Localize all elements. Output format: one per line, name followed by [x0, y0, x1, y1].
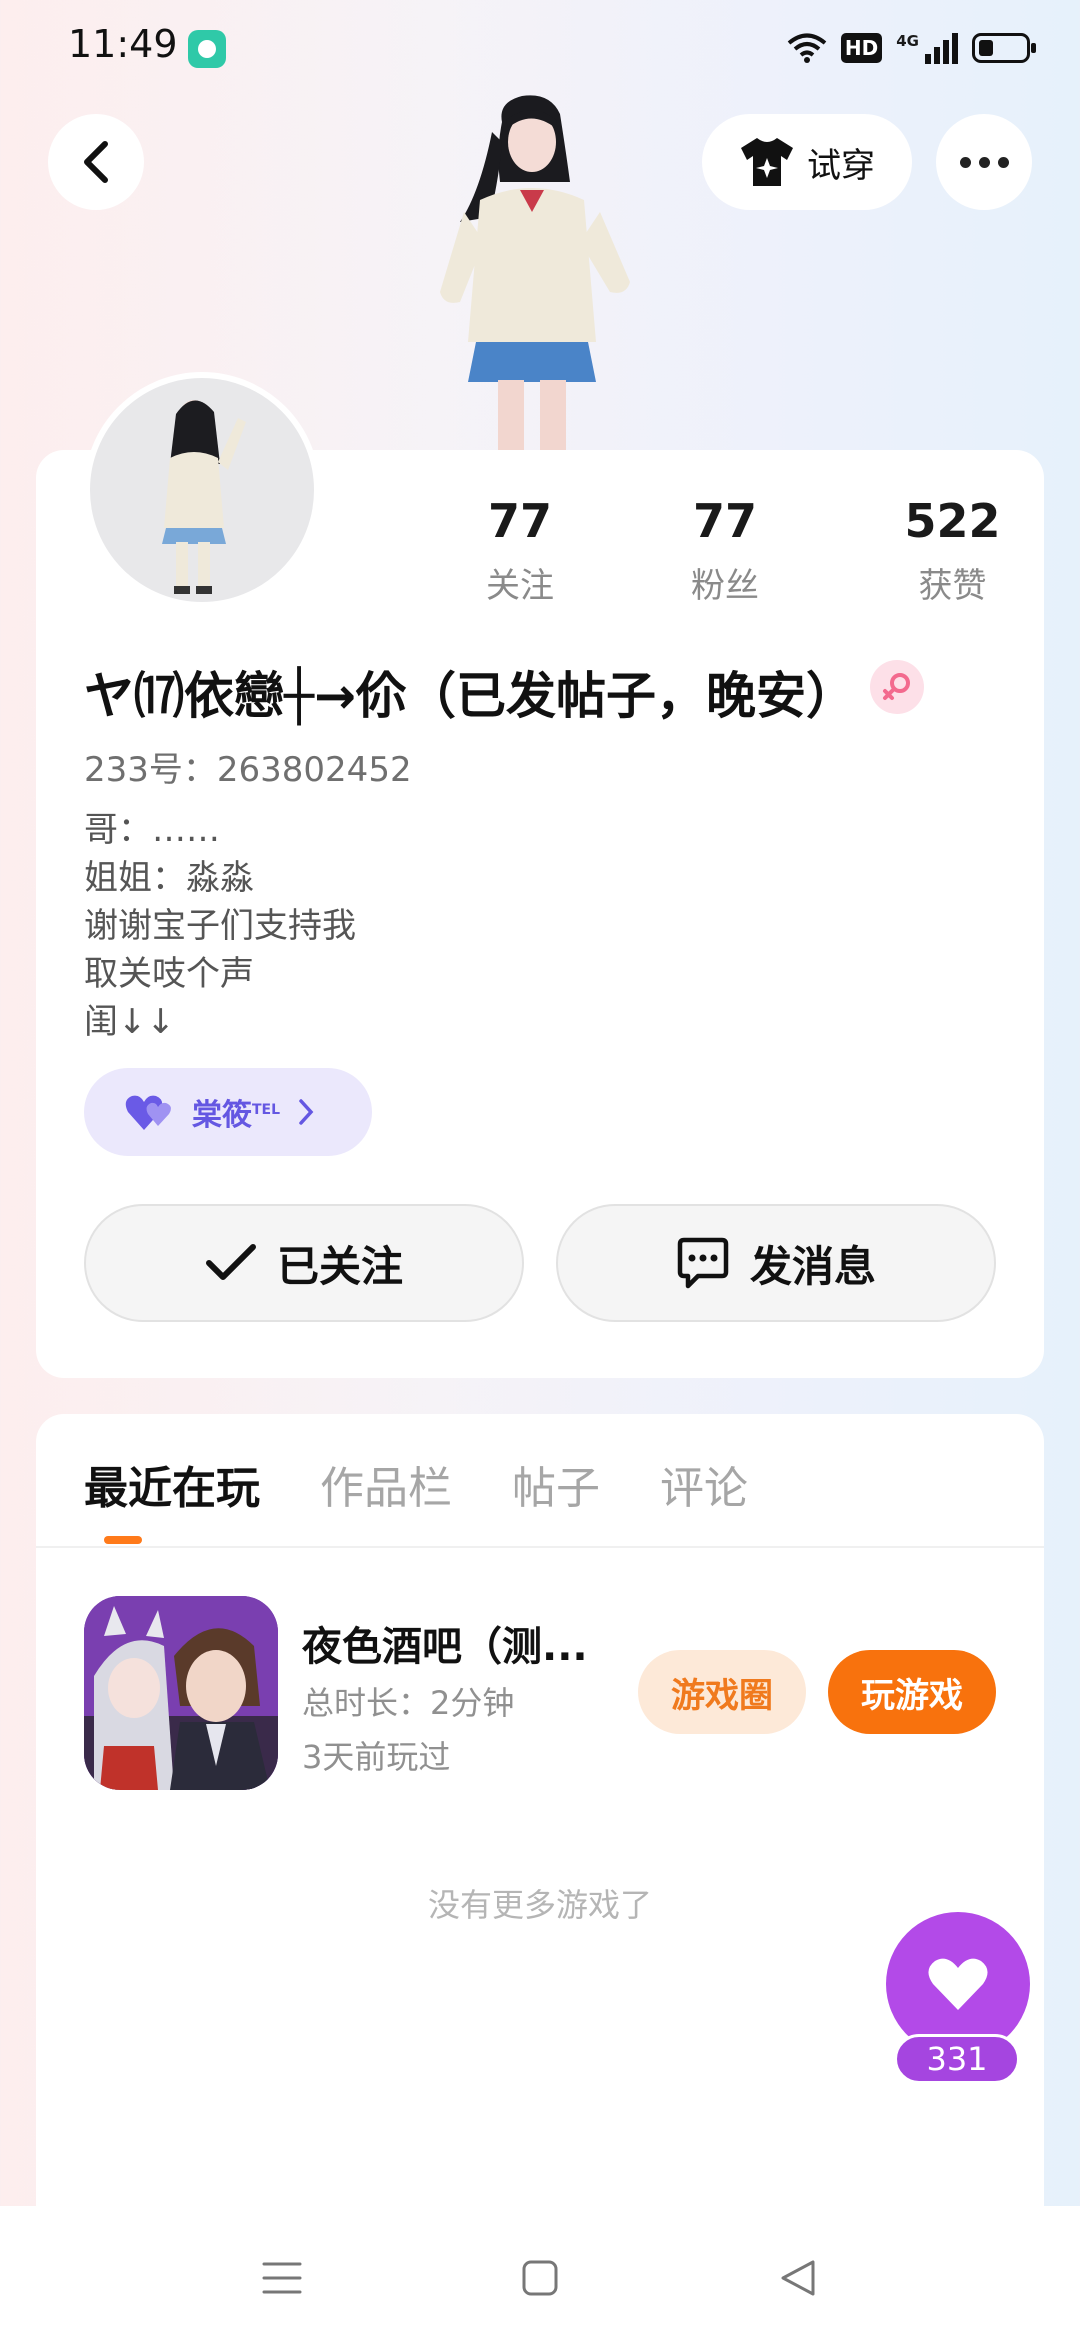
chat-bubble-icon [677, 1237, 729, 1289]
like-count: 331 [894, 2034, 1020, 2084]
game-last-played: 3天前玩过 [302, 1738, 451, 1776]
bio-line: 哥：…… [84, 810, 220, 850]
avatar-figure [162, 400, 246, 594]
bio-line: 取关吱个声 [84, 954, 254, 994]
menu-icon [262, 2262, 302, 2294]
play-game-button[interactable]: 玩游戏 [828, 1650, 996, 1734]
stat-label: 粉丝 [691, 566, 759, 606]
nav-home-button[interactable] [510, 2248, 570, 2308]
chevron-left-icon [84, 141, 108, 183]
status-time: 11:49 [68, 22, 178, 66]
user-id: 233号：263802452 [84, 750, 412, 790]
avatar[interactable] [84, 372, 320, 608]
double-heart-icon [125, 1095, 171, 1130]
nav-menu-button[interactable] [252, 2248, 312, 2308]
status-icons: HD 4G [787, 28, 1036, 68]
profile-tabs: 最近在玩 作品栏 帖子 评论 [84, 1452, 748, 1516]
game-icon[interactable] [84, 1596, 278, 1790]
system-nav-bar [0, 2206, 1080, 2340]
cp-name: 棠筱TEL [192, 1090, 280, 1134]
message-button[interactable]: 发消息 [556, 1204, 996, 1322]
app-notification-icon [188, 30, 226, 68]
home-square-icon [522, 2260, 558, 2296]
network-type: 4G [896, 32, 919, 50]
username: ヤ⒄依戀┼→伱（已发帖子，晚安） [84, 667, 856, 725]
status-bar: 11:49 HD 4G [0, 0, 1080, 96]
profile-stats: 77 关注 77 粉丝 522 获赞 [440, 492, 1055, 607]
stat-value: 522 [904, 494, 1001, 548]
follow-label: 已关注 [276, 1241, 403, 1291]
follow-button[interactable]: 已关注 [84, 1204, 524, 1322]
bio-line: 姐姐：淼淼 [84, 858, 254, 898]
back-button[interactable] [48, 114, 144, 210]
bio: 哥：…… 姐姐：淼淼 谢谢宝子们支持我 取关吱个声 闺↓↓ [84, 806, 356, 1046]
stat-label: 获赞 [918, 566, 987, 606]
game-list-item[interactable]: 夜色酒吧（测... 总时长：2分钟 3天前玩过 游戏圈 玩游戏 [84, 1596, 996, 1790]
stat-value: 77 [692, 494, 757, 548]
stat-followers[interactable]: 77 粉丝 [600, 492, 850, 607]
stat-likes[interactable]: 522 获赞 [850, 492, 1055, 607]
no-more-games-text: 没有更多游戏了 [427, 1886, 652, 1924]
bio-line: 闺↓↓ [84, 1002, 175, 1042]
more-dots-icon [959, 156, 1009, 168]
more-button[interactable] [936, 114, 1032, 210]
female-gender-icon [870, 660, 924, 714]
signal-icon: 4G [896, 32, 958, 64]
tshirt-sparkle-icon [741, 138, 793, 186]
stat-following[interactable]: 77 关注 [440, 492, 600, 607]
tab-comments[interactable]: 评论 [660, 1452, 748, 1516]
nav-back-button[interactable] [768, 2248, 828, 2308]
active-tab-indicator [104, 1536, 142, 1544]
game-title: 夜色酒吧（测... [302, 1624, 588, 1670]
stat-value: 77 [487, 494, 552, 548]
wifi-icon [787, 33, 827, 63]
tab-posts[interactable]: 帖子 [512, 1452, 600, 1516]
back-triangle-icon [781, 2260, 815, 2296]
tab-works[interactable]: 作品栏 [320, 1452, 452, 1516]
banner-avatar-figure [440, 95, 630, 452]
message-label: 发消息 [749, 1241, 876, 1291]
cp-name-text: 棠筱 [192, 1098, 252, 1133]
battery-icon [972, 33, 1036, 63]
cp-relationship-tag[interactable]: 棠筱TEL [84, 1068, 372, 1156]
game-circle-button[interactable]: 游戏圈 [638, 1650, 806, 1734]
tab-divider [36, 1546, 1044, 1548]
game-playtime: 总时长：2分钟 [302, 1684, 515, 1722]
content-card: 最近在玩 作品栏 帖子 评论 夜色酒吧（测... 总时长：2分钟 3天前玩过 游… [36, 1414, 1044, 2340]
hd-icon: HD [840, 33, 883, 63]
bio-line: 谢谢宝子们支持我 [84, 906, 356, 946]
heart-icon [928, 1958, 988, 2010]
tab-recent-games[interactable]: 最近在玩 [84, 1452, 260, 1516]
try-on-button[interactable]: 试穿 [702, 114, 912, 210]
chevron-right-icon [299, 1099, 314, 1125]
try-on-label: 试穿 [807, 145, 875, 186]
stat-label: 关注 [486, 566, 554, 606]
checkmark-icon [205, 1244, 256, 1280]
cp-name-sup: TEL [252, 1102, 281, 1118]
